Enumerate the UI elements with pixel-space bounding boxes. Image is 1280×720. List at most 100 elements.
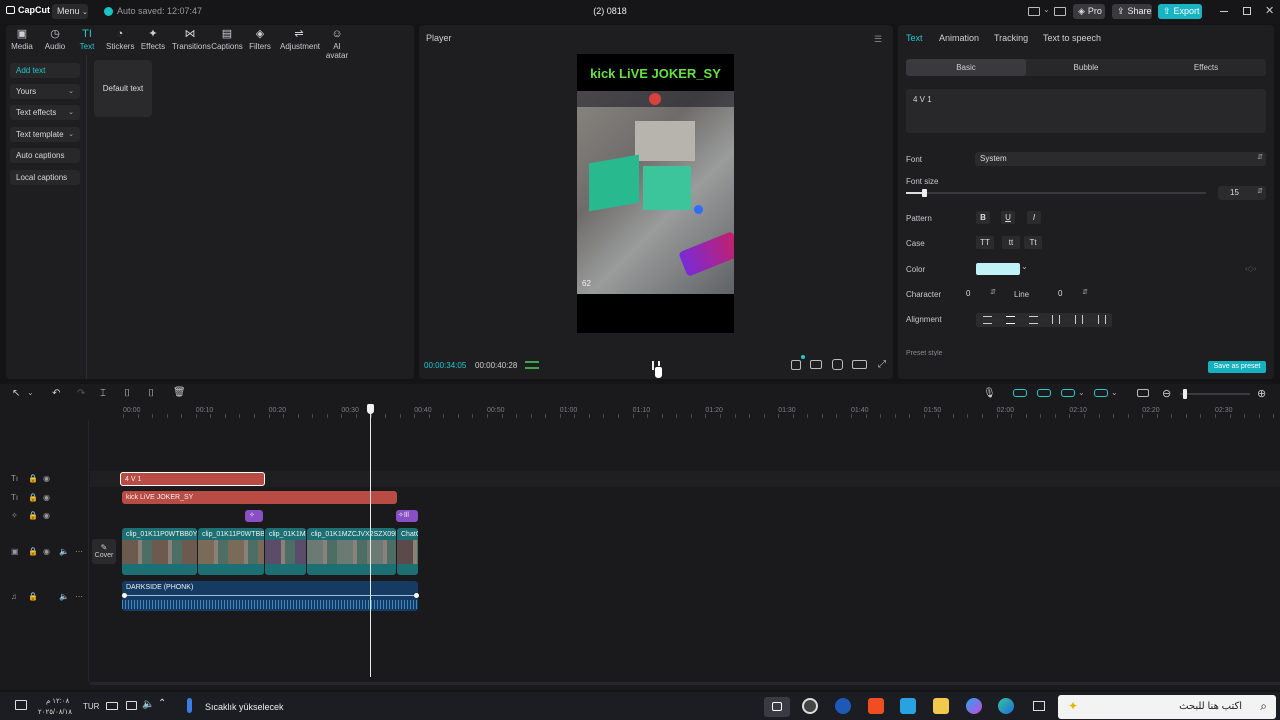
text-content-field[interactable]: 4 V 1 (906, 89, 1266, 133)
sidebar-item-yours[interactable]: Yours ⌄ (10, 84, 80, 99)
sidebar-item-local-captions[interactable]: Local captions (10, 170, 80, 185)
volume-icon[interactable]: 🔈 (142, 699, 154, 710)
sidebar-item-text-template[interactable]: Text template ⌄ (10, 127, 80, 142)
font-size-input[interactable]: 15 ⇵ (1218, 186, 1266, 200)
underline-button[interactable]: U (1001, 211, 1015, 224)
tab-text[interactable]: TI Text (76, 28, 98, 51)
lock-icon[interactable]: 🔒 (28, 592, 38, 601)
keyboard-icon[interactable] (106, 702, 118, 710)
tab-filters[interactable]: ◈ Filters (248, 28, 272, 51)
video-clip[interactable]: ChatG (397, 528, 418, 575)
align-top-icon[interactable] (1052, 315, 1060, 324)
select-chevron-icon[interactable]: ⌄ (27, 388, 34, 397)
tab-transitions[interactable]: ⋈ Transitions (172, 28, 211, 51)
split-right-icon[interactable]: ⌷ (148, 388, 154, 399)
color-swatch[interactable] (976, 263, 1020, 275)
subtab-basic[interactable]: Basic (906, 59, 1026, 76)
align-bottom-icon[interactable] (1098, 315, 1106, 324)
zoom-slider[interactable] (1180, 389, 1250, 399)
preview-chevron-icon[interactable]: ⌄ (1111, 388, 1118, 397)
save-preset-button[interactable]: Save as preset (1208, 361, 1266, 373)
display-icon[interactable] (126, 701, 137, 710)
edge-icon[interactable] (998, 698, 1014, 714)
microphone-icon[interactable]: 🎙 (983, 388, 996, 399)
align-right-icon[interactable] (1029, 316, 1038, 324)
sidebar-item-auto-captions[interactable]: Auto captions (10, 148, 80, 163)
eye-icon[interactable]: ◉ (43, 474, 50, 483)
undo-icon[interactable]: ↶ (52, 388, 60, 399)
store-icon[interactable] (900, 698, 916, 714)
keyframe-icon[interactable]: ‹◇› (1245, 264, 1256, 273)
tab-text-to-speech[interactable]: Text to speech (1043, 33, 1101, 43)
lock-icon[interactable]: 🔒 (28, 493, 38, 502)
player-menu-icon[interactable]: ☰ (874, 34, 882, 45)
fullscreen-icon[interactable]: ⤢ (878, 359, 886, 370)
character-input[interactable]: 0 ⇵ (958, 287, 998, 301)
stepper-icon[interactable]: ⇵ (990, 288, 996, 296)
linkage-chevron-icon[interactable]: ⌄ (1078, 388, 1085, 397)
uppercase-button[interactable]: TT (976, 236, 994, 249)
split-left-icon[interactable]: ⌷ (124, 388, 130, 399)
clock-time[interactable]: ١٢:٠٨ م (46, 697, 69, 705)
zoom-slider-knob[interactable] (1183, 389, 1187, 399)
text-clip-kick[interactable]: kick LiVE JOKER_SY (122, 491, 397, 504)
tab-ai-avatar[interactable]: ☺ AI avatar (322, 28, 352, 60)
text-clip-4v1[interactable]: 4 V 1 (120, 472, 265, 486)
tab-stickers[interactable]: ◔ Stickers (106, 28, 134, 51)
video-clip[interactable]: clip_01K11P0WTBB0Y (198, 528, 264, 575)
bold-button[interactable]: B (976, 211, 990, 224)
font-size-slider[interactable] (906, 189, 1206, 197)
lock-icon[interactable]: 🔒 (28, 474, 38, 483)
select-tool-icon[interactable]: ↖ (12, 388, 20, 399)
audio-clip[interactable]: DARKSIDE (PHONK) (122, 581, 418, 611)
copilot-icon[interactable] (966, 698, 982, 714)
auto-snap-icon[interactable] (1037, 389, 1051, 397)
audio-fade-handle-right[interactable] (414, 593, 419, 598)
subtab-effects[interactable]: Effects (1146, 59, 1266, 76)
delete-icon[interactable]: 🗑 (173, 387, 186, 398)
video-clip[interactable]: clip_01K1MZ (265, 528, 306, 575)
italic-button[interactable]: I (1027, 211, 1041, 224)
tab-tracking[interactable]: Tracking (994, 33, 1028, 43)
tab-audio[interactable]: ◷ Audio (43, 28, 67, 51)
zoom-in-icon[interactable]: ⊕ (1257, 387, 1266, 400)
search-box[interactable]: ✦ اكتب هنا للبحث ⌕ (1058, 695, 1276, 719)
menu-button[interactable]: Menu ⌄ (52, 4, 88, 19)
layout-icon[interactable] (1028, 7, 1040, 16)
effect-clip-1[interactable]: ✧ (245, 510, 263, 522)
share-button[interactable]: ⇪ Share (1112, 4, 1152, 19)
line-input[interactable]: 0 ⇵ (1048, 287, 1090, 301)
default-text-card[interactable]: Default text (94, 60, 152, 117)
effect-clip-2[interactable]: ✧Ill (396, 510, 418, 522)
lock-icon[interactable]: 🔒 (28, 511, 38, 520)
speaker-icon[interactable]: 🔈 (59, 547, 69, 556)
screenshot-icon[interactable] (832, 359, 843, 370)
obs-icon[interactable] (802, 698, 818, 714)
file-explorer-icon[interactable] (933, 698, 949, 714)
pro-button[interactable]: ◈ Pro (1073, 4, 1105, 19)
zoom-out-icon[interactable]: ⊖ (1162, 387, 1171, 400)
video-clip[interactable]: clip_01K11P0WTBB0Y82 (122, 528, 197, 575)
ccleaner-icon[interactable] (835, 698, 851, 714)
tray-expand-icon[interactable]: ⌃ (158, 698, 166, 709)
maximize-icon[interactable] (1243, 7, 1251, 15)
align-center-icon[interactable] (1006, 316, 1015, 324)
lowercase-button[interactable]: tt (1002, 236, 1020, 249)
font-size-slider-knob[interactable] (922, 189, 927, 197)
font-select[interactable]: System ⇵ (975, 152, 1266, 166)
language-indicator[interactable]: TUR (83, 702, 99, 711)
align-middle-icon[interactable] (1075, 315, 1083, 324)
tab-media[interactable]: ▣ Media (10, 28, 34, 51)
layout-chevron-icon[interactable]: ⌄ (1043, 5, 1050, 14)
playhead-handle[interactable] (367, 404, 374, 414)
color-dropdown-icon[interactable]: ⌄ (1021, 262, 1028, 271)
cover-button[interactable]: ✎ Cover (92, 539, 116, 564)
stepper-icon[interactable]: ⇵ (1257, 187, 1263, 195)
add-text-button[interactable]: Add text (10, 63, 80, 78)
eye-icon[interactable]: ◉ (43, 493, 50, 502)
tab-animation[interactable]: Animation (939, 33, 979, 43)
close-icon[interactable]: ✕ (1265, 4, 1274, 17)
sidebar-item-text-effects[interactable]: Text effects ⌄ (10, 105, 80, 120)
tab-adjustment[interactable]: ⇌ Adjustment (280, 28, 320, 51)
stepper-icon[interactable]: ⇵ (1082, 288, 1088, 296)
